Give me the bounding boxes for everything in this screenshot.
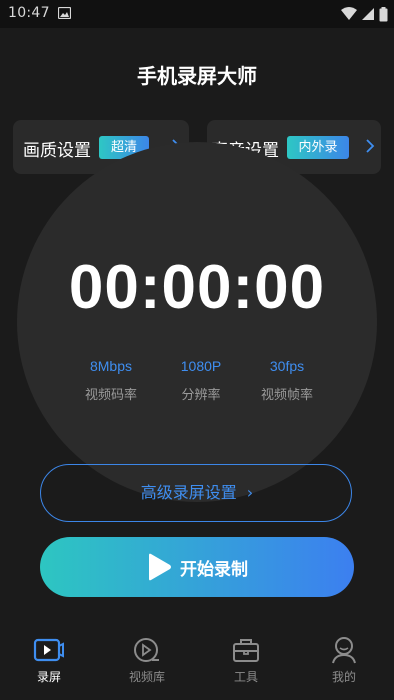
record-screen-icon bbox=[33, 638, 64, 662]
play-icon bbox=[149, 553, 171, 581]
cell-signal-icon bbox=[362, 8, 374, 20]
chevron-right-icon bbox=[366, 139, 375, 153]
tab-video-library-label: 视频库 bbox=[128, 670, 165, 684]
tab-tools-label: 工具 bbox=[233, 670, 258, 684]
stat-bitrate-label: 视频码率 bbox=[84, 388, 137, 403]
image-notification-icon bbox=[58, 7, 71, 19]
stat-bitrate-value: 8Mbps bbox=[89, 358, 133, 374]
advanced-settings-button[interactable]: 高级录屏设置 › bbox=[40, 464, 352, 522]
bottom-tab-bar: 录屏 视频库 工具 我的 bbox=[0, 624, 394, 700]
profile-icon bbox=[332, 637, 356, 664]
quality-setting-label: 画质设置 bbox=[23, 141, 91, 161]
chevron-right-icon: › bbox=[246, 483, 254, 502]
tab-profile[interactable]: 我的 bbox=[309, 636, 379, 685]
stat-framerate-value: 30fps bbox=[269, 358, 305, 374]
status-bar: 10:47 bbox=[0, 0, 394, 28]
stat-resolution: 1080P 分辨率 bbox=[151, 358, 251, 403]
video-library-icon bbox=[134, 638, 159, 662]
toolbox-icon bbox=[233, 639, 259, 662]
stat-resolution-value: 1080P bbox=[180, 358, 222, 374]
audio-badge: 内外录 bbox=[287, 136, 349, 159]
status-time: 10:47 bbox=[8, 5, 50, 21]
stat-bitrate: 8Mbps 视频码率 bbox=[61, 358, 161, 403]
advanced-settings-label: 高级录屏设置 bbox=[140, 483, 237, 502]
tab-tools[interactable]: 工具 bbox=[211, 636, 281, 685]
start-recording-button[interactable]: 开始录制 bbox=[40, 537, 354, 597]
start-recording-label: 开始录制 bbox=[180, 560, 248, 580]
wifi-icon bbox=[341, 7, 357, 20]
status-icons bbox=[341, 6, 388, 22]
tab-record[interactable]: 录屏 bbox=[14, 636, 84, 685]
battery-icon bbox=[379, 6, 388, 21]
tab-profile-label: 我的 bbox=[331, 670, 356, 684]
page-title: 手机录屏大师 bbox=[137, 64, 257, 88]
tab-record-label: 录屏 bbox=[36, 670, 61, 684]
timer-display: 00:00:00 bbox=[68, 253, 326, 322]
tab-video-library[interactable]: 视频库 bbox=[112, 636, 182, 685]
stat-framerate: 30fps 视频帧率 bbox=[237, 358, 337, 403]
stat-resolution-label: 分辨率 bbox=[181, 388, 221, 403]
stat-framerate-label: 视频帧率 bbox=[260, 388, 313, 403]
